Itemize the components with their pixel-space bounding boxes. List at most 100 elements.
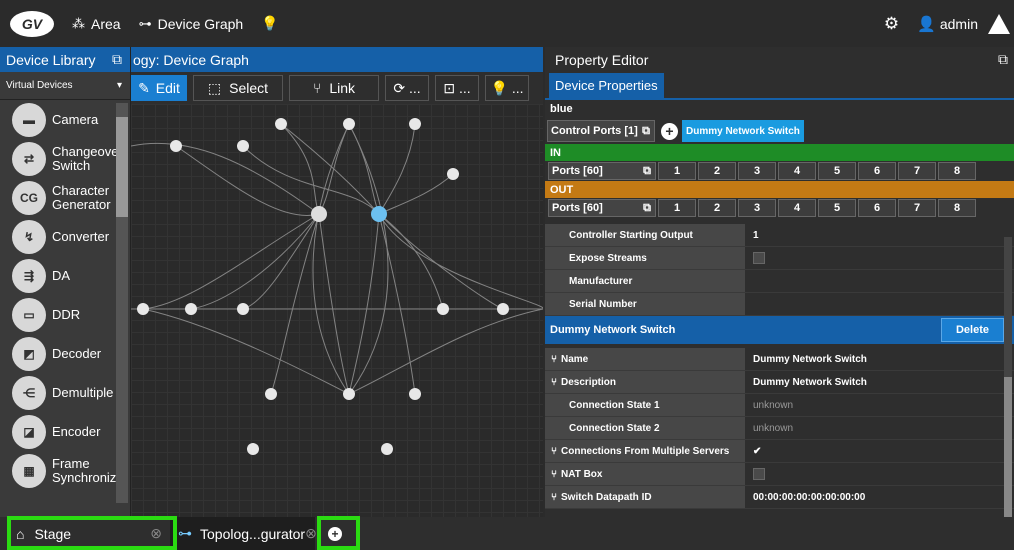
- library-item[interactable]: ⇶ DA: [0, 256, 130, 295]
- library-item[interactable]: CG Character Generator: [0, 178, 130, 217]
- property-value[interactable]: unknown: [745, 400, 793, 411]
- graph-node[interactable]: [343, 118, 355, 130]
- refresh-button[interactable]: ⟳ ...: [385, 75, 429, 101]
- scroll-thumb[interactable]: [116, 117, 128, 217]
- property-value-text: Dummy Network Switch: [753, 376, 867, 388]
- graph-node[interactable]: [371, 206, 387, 222]
- checkbox[interactable]: [753, 252, 765, 264]
- lightbulb-icon[interactable]: 💡: [261, 15, 278, 32]
- property-value-text: Dummy Network Switch: [753, 353, 867, 365]
- graph-node[interactable]: [247, 443, 259, 455]
- control-port-device[interactable]: Dummy Network Switch: [682, 120, 804, 142]
- graph-node[interactable]: [137, 303, 149, 315]
- dock-icon: ⧉: [642, 124, 650, 137]
- library-item[interactable]: ⋲ Demultiple: [0, 373, 130, 412]
- port-button[interactable]: 7: [898, 162, 936, 180]
- port-button[interactable]: 2: [698, 162, 736, 180]
- library-scrollbar[interactable]: [116, 103, 128, 503]
- port-button[interactable]: 8: [938, 199, 976, 217]
- port-button[interactable]: 5: [818, 162, 856, 180]
- property-value[interactable]: 00:00:00:00:00:00:00:00: [745, 492, 865, 503]
- property-scrollbar[interactable]: [1004, 237, 1012, 517]
- user-name[interactable]: admin: [940, 16, 978, 32]
- library-item[interactable]: ▬ Camera: [0, 100, 130, 139]
- property-value[interactable]: [745, 468, 765, 480]
- property-value[interactable]: [745, 252, 765, 264]
- link-icon[interactable]: ⑂: [551, 377, 557, 388]
- port-button[interactable]: 1: [658, 162, 696, 180]
- graph-node[interactable]: [275, 118, 287, 130]
- graph-node[interactable]: [409, 118, 421, 130]
- property-value[interactable]: 1: [745, 230, 759, 241]
- property-value[interactable]: Dummy Network Switch: [745, 377, 867, 388]
- property-value[interactable]: ✔: [745, 446, 761, 457]
- graph-node[interactable]: [381, 443, 393, 455]
- ports-label[interactable]: Ports [60] ⧉: [548, 162, 656, 180]
- gear-icon[interactable]: ⚙: [884, 14, 899, 34]
- library-item[interactable]: ↯ Converter: [0, 217, 130, 256]
- scroll-thumb[interactable]: [1004, 377, 1012, 517]
- port-button[interactable]: 3: [738, 199, 776, 217]
- library-item[interactable]: ⇄ Changeove Switch: [0, 139, 130, 178]
- library-item[interactable]: ◪ Encoder: [0, 412, 130, 451]
- property-key: Connection State 1: [545, 394, 745, 416]
- port-button[interactable]: 1: [658, 199, 696, 217]
- property-editor-title: Property Editor: [555, 51, 649, 68]
- graph-node[interactable]: [311, 206, 327, 222]
- port-button[interactable]: 5: [818, 199, 856, 217]
- graph-node[interactable]: [185, 303, 197, 315]
- library-item[interactable]: ▦ Frame Synchroniz: [0, 451, 130, 490]
- hint-button[interactable]: 💡 ...: [485, 75, 529, 101]
- graph-node[interactable]: [409, 388, 421, 400]
- port-button[interactable]: 7: [898, 199, 936, 217]
- add-icon[interactable]: +: [661, 122, 678, 140]
- checkbox[interactable]: [753, 468, 765, 480]
- device-library-panel: Device Library ⧉ Virtual Devices ▾ ▬ Camera…: [0, 47, 131, 517]
- area-menu[interactable]: ⁂ Area: [72, 16, 121, 32]
- filter-button[interactable]: ⊡ ...: [435, 75, 479, 101]
- graph-node[interactable]: [237, 140, 249, 152]
- link-icon[interactable]: ⑂: [551, 492, 557, 503]
- control-ports-label[interactable]: Control Ports [1] ⧉: [547, 120, 655, 142]
- delete-button[interactable]: Delete: [940, 318, 1004, 342]
- port-button[interactable]: 6: [858, 162, 896, 180]
- tab-device-properties[interactable]: Device Properties: [549, 73, 664, 98]
- property-row: Expose Streams: [545, 247, 1014, 270]
- edit-button[interactable]: ✎ Edit: [131, 75, 187, 101]
- library-item[interactable]: ▭ DDR: [0, 295, 130, 334]
- graph-node[interactable]: [170, 140, 182, 152]
- property-key-label: Connection State 1: [569, 399, 660, 411]
- gv-logo[interactable]: GV: [10, 10, 54, 37]
- graph-node[interactable]: [265, 388, 277, 400]
- graph-node[interactable]: [447, 168, 459, 180]
- device-graph-menu[interactable]: ⊶ Device Graph: [139, 16, 244, 32]
- alert-icon[interactable]: [988, 13, 1010, 34]
- graph-canvas[interactable]: [131, 104, 543, 517]
- property-value[interactable]: Dummy Network Switch: [745, 354, 867, 365]
- select-button[interactable]: ⬚ Select: [193, 75, 283, 101]
- graph-node[interactable]: [343, 388, 355, 400]
- graph-node[interactable]: [437, 303, 449, 315]
- port-button[interactable]: 3: [738, 162, 776, 180]
- dock-icon[interactable]: ⧉: [112, 51, 122, 68]
- link-icon[interactable]: ⑂: [551, 469, 557, 480]
- link-icon[interactable]: ⑂: [551, 446, 557, 457]
- property-row: ⑂ Connections From Multiple Servers ✔: [545, 440, 1014, 463]
- ports-label[interactable]: Ports [60] ⧉: [548, 199, 656, 217]
- property-value[interactable]: unknown: [745, 423, 793, 434]
- tab-topology[interactable]: ⊶ Topolog...gurator ⊗: [170, 517, 317, 550]
- link-icon[interactable]: ⑂: [551, 354, 557, 365]
- library-filter-select[interactable]: Virtual Devices ▾: [0, 72, 130, 100]
- library-item[interactable]: ◩ Decoder: [0, 334, 130, 373]
- port-button[interactable]: 6: [858, 199, 896, 217]
- graph-node[interactable]: [237, 303, 249, 315]
- graph-node[interactable]: [497, 303, 509, 315]
- port-button[interactable]: 8: [938, 162, 976, 180]
- port-button[interactable]: 2: [698, 199, 736, 217]
- user-icon[interactable]: 👤: [917, 15, 936, 33]
- port-button[interactable]: 4: [778, 199, 816, 217]
- property-value-text: ✔: [753, 445, 762, 457]
- port-button[interactable]: 4: [778, 162, 816, 180]
- link-button[interactable]: ⑂ Link: [289, 75, 379, 101]
- dock-icon[interactable]: ⧉: [998, 51, 1008, 68]
